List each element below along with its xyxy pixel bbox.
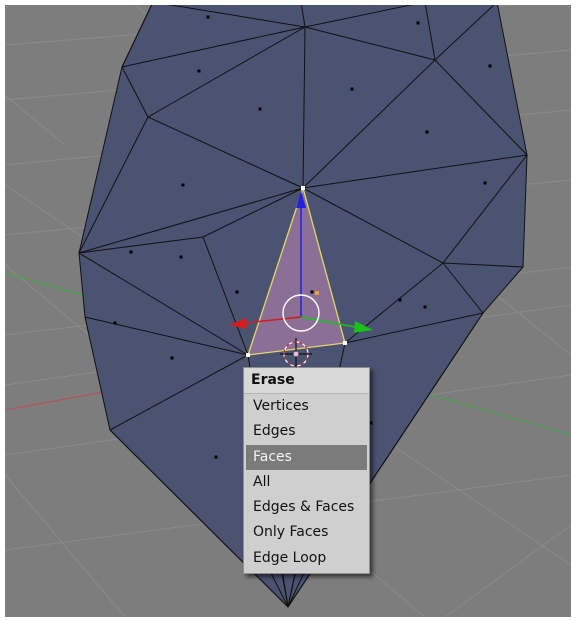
menu-item-vertices[interactable]: Vertices <box>246 394 367 419</box>
grid-line <box>5 94 66 146</box>
face-center-dot <box>416 21 420 25</box>
face-center-dot <box>197 69 201 73</box>
selected-vertex <box>246 353 250 357</box>
face-center-dot <box>488 64 492 68</box>
cursor-center <box>293 351 299 357</box>
face-center-dot <box>350 87 354 91</box>
face-center-dot <box>214 455 218 459</box>
menu-item-edges-faces[interactable]: Edges & Faces <box>246 495 367 520</box>
3d-viewport[interactable]: Erase Vertices Edges Faces All Edges & F… <box>5 5 571 617</box>
face-center-dot <box>170 356 174 360</box>
face-center-dot <box>179 255 183 259</box>
menu-item-only-faces[interactable]: Only Faces <box>246 520 367 545</box>
manipulator-pivot-dot <box>315 291 319 295</box>
selected-vertex <box>301 186 305 190</box>
erase-menu-title: Erase <box>244 368 369 394</box>
face-center-dot <box>181 183 185 187</box>
menu-item-edges[interactable]: Edges <box>246 419 367 444</box>
erase-menu: Erase Vertices Edges Faces All Edges & F… <box>243 367 370 575</box>
face-center-dot <box>129 250 133 254</box>
face-center-dot <box>483 181 487 185</box>
face-center-dot <box>398 298 402 302</box>
face-center-dot <box>258 107 262 111</box>
grid-line <box>5 474 126 617</box>
menu-item-edge-loop[interactable]: Edge Loop <box>246 546 367 571</box>
face-center-dot <box>310 290 314 294</box>
face-center-dot <box>423 305 427 309</box>
menu-item-all[interactable]: All <box>246 470 367 495</box>
selected-vertex <box>343 341 347 345</box>
face-center-dot <box>235 290 239 294</box>
grid-line <box>444 524 571 617</box>
menu-item-faces[interactable]: Faces <box>246 444 367 470</box>
face-center-dot <box>113 321 117 325</box>
face-center-dot <box>425 130 429 134</box>
face-center-dot <box>206 15 210 19</box>
